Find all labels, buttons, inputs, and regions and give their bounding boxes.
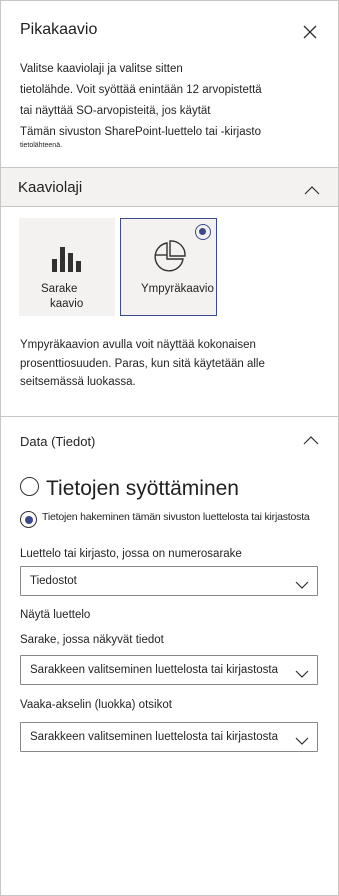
chevron-down-icon: [295, 733, 309, 745]
chart-type-column-label-line1: Sarake: [41, 283, 78, 295]
selected-radio-icon: [195, 224, 211, 240]
pie-chart-icon: [152, 240, 186, 279]
data-section-title: Data (Tiedot): [20, 434, 96, 449]
chart-type-description: Ympyräkaavion avulla voit näyttää kokona…: [20, 336, 290, 392]
axis-dropdown[interactable]: Sarakkeen valitseminen luettelosta tai k…: [20, 722, 318, 752]
chart-type-section-title: Kaaviolaji: [18, 179, 83, 196]
list-dropdown[interactable]: Tiedostot: [20, 566, 318, 596]
list-dropdown-value: Tiedostot: [30, 575, 77, 587]
description-line: seitsemässä luokassa.: [20, 376, 136, 388]
list-dropdown-label: Luettelo tai kirjasto, jossa on numerosa…: [20, 548, 242, 560]
chart-type-column-label-line2: kaavio: [50, 298, 84, 310]
chart-type-column[interactable]: Sarake kaavio: [19, 218, 115, 316]
intro-line: tai näyttää SO-arvopisteitä, jos käytät: [20, 105, 211, 117]
axis-dropdown-label: Vaaka-akselin (luokka) otsikot: [20, 699, 172, 711]
divider: [0, 206, 339, 207]
chevron-down-icon: [295, 577, 309, 589]
radio-manual-entry[interactable]: [20, 477, 39, 496]
radio-manual-entry-label[interactable]: Tietojen syöttäminen: [46, 477, 239, 501]
divider: [0, 416, 339, 417]
axis-dropdown-value: Sarakkeen valitseminen luettelosta tai k…: [30, 731, 279, 743]
chevron-down-icon: [295, 666, 309, 678]
column-dropdown-value: Sarakkeen valitseminen luettelosta tai k…: [30, 664, 279, 676]
radio-get-from-list[interactable]: [20, 511, 37, 528]
description-line: prosenttiosuuden. Paras, kun sitä käytet…: [20, 357, 265, 370]
radio-get-from-list-label[interactable]: Tietojen hakeminen tämän sivuston luette…: [42, 511, 310, 523]
column-chart-icon: [51, 241, 83, 278]
show-list-link[interactable]: Näytä luettelo: [20, 609, 90, 621]
intro-line: Valitse kaaviolaji ja valitse sitten: [20, 63, 183, 75]
chart-type-pie-label: Ympyräkaavio: [141, 283, 214, 295]
panel-title: Pikakaavio: [20, 21, 98, 38]
chart-type-pie[interactable]: Ympyräkaavio: [120, 218, 217, 316]
intro-line: tietolähde. Voit syöttää enintään 12 arv…: [20, 84, 262, 96]
column-dropdown[interactable]: Sarakkeen valitseminen luettelosta tai k…: [20, 655, 318, 685]
column-dropdown-label: Sarake, jossa näkyvät tiedot: [20, 634, 164, 646]
chevron-up-icon[interactable]: [304, 182, 320, 195]
chevron-up-icon[interactable]: [303, 432, 319, 445]
intro-text: Valitse kaaviolaji ja valitse sitten tie…: [20, 59, 290, 151]
close-icon[interactable]: [300, 22, 320, 42]
intro-line: Tämän sivuston SharePoint-luettelo tai -…: [20, 126, 261, 138]
chart-type-column-label: Sarake kaavio: [19, 282, 115, 312]
description-line: Ympyräkaavion avulla voit näyttää kokona…: [20, 339, 256, 351]
